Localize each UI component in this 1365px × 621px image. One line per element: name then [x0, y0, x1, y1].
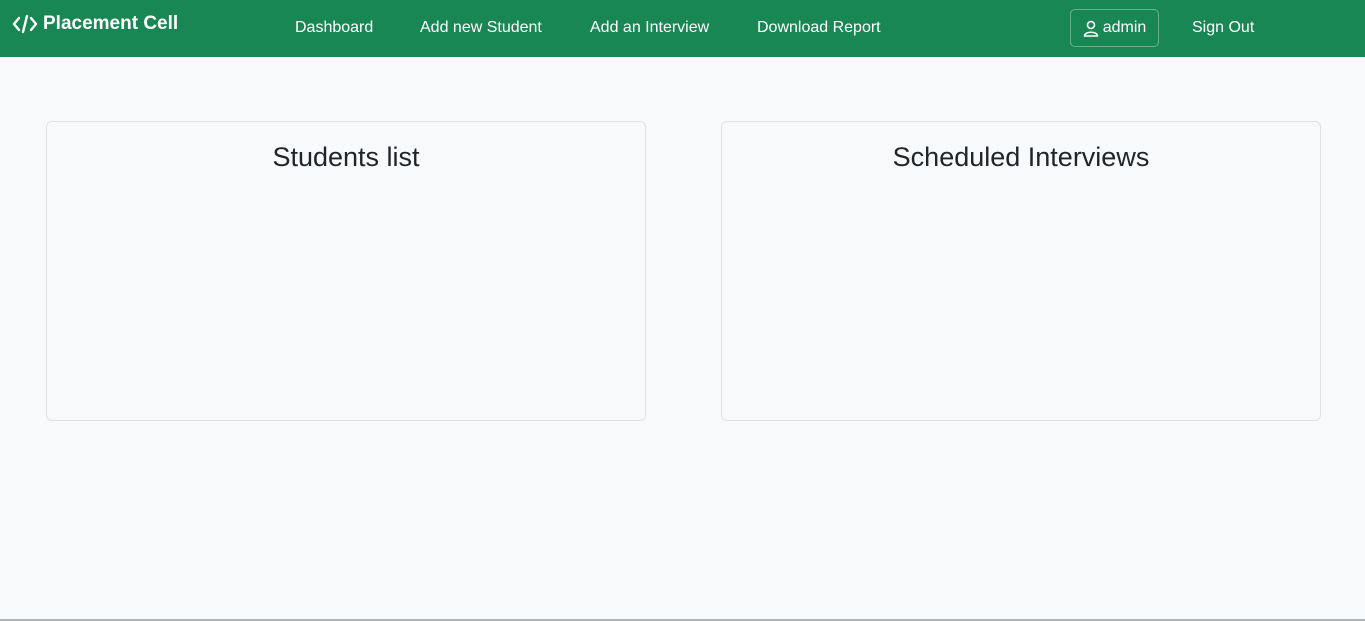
students-list-card: Students list	[46, 121, 646, 421]
scheduled-interviews-card: Scheduled Interviews	[721, 121, 1321, 421]
nav-dashboard[interactable]: Dashboard	[295, 19, 373, 37]
user-icon	[1083, 20, 1099, 37]
nav-download-report[interactable]: Download Report	[757, 19, 881, 37]
top-navbar: Placement Cell Dashboard Add new Student…	[0, 0, 1365, 57]
students-list-title: Students list	[272, 142, 420, 172]
nav-add-student[interactable]: Add new Student	[420, 19, 542, 37]
user-button[interactable]: admin	[1070, 9, 1159, 47]
code-icon	[12, 13, 38, 35]
user-label: admin	[1102, 19, 1147, 36]
brand-text: Placement Cell	[43, 13, 179, 34]
nav-add-interview[interactable]: Add an Interview	[590, 19, 709, 37]
brand-link[interactable]: Placement Cell	[12, 13, 178, 35]
sign-out-link[interactable]: Sign Out	[1192, 19, 1254, 37]
scheduled-interviews-title: Scheduled Interviews	[892, 142, 1150, 172]
